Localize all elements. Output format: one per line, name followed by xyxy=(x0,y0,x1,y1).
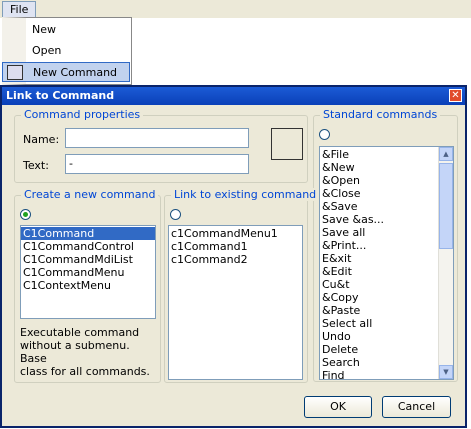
existing-command-item[interactable]: c1Command2 xyxy=(169,253,302,266)
standard-command-item[interactable]: Search xyxy=(320,356,453,369)
close-icon[interactable]: ✕ xyxy=(449,89,462,102)
new-command-type-item[interactable]: C1ContextMenu xyxy=(21,279,155,292)
standard-commands-group: Standard commands &File &New &Open &Close &S… xyxy=(313,108,458,382)
file-dropdown: New Open New Command xyxy=(2,17,132,85)
standard-command-item[interactable]: &Close xyxy=(320,187,453,200)
menu-bar: File xyxy=(0,0,471,19)
standard-commands-scrollbar[interactable]: ▲ ▼ xyxy=(438,147,453,379)
dialog-titlebar[interactable]: Link to Command ✕ xyxy=(2,87,465,105)
standard-command-item[interactable]: &Copy xyxy=(320,291,453,304)
existing-command-item[interactable]: c1Command1 xyxy=(169,240,302,253)
scroll-down-icon[interactable]: ▼ xyxy=(439,365,453,379)
command-properties-label: Command properties xyxy=(21,108,144,121)
standard-command-item[interactable]: &Paste xyxy=(320,304,453,317)
dialog-title: Link to Command xyxy=(6,89,115,102)
scroll-up-icon[interactable]: ▲ xyxy=(439,147,453,161)
create-new-command-label: Create a new command xyxy=(21,188,159,201)
text-field[interactable]: - xyxy=(65,154,249,174)
standard-commands-radio[interactable] xyxy=(319,129,330,140)
standard-command-item[interactable]: Find xyxy=(320,369,453,379)
text-label: Text: xyxy=(23,159,49,172)
standard-command-item[interactable]: &Edit xyxy=(320,265,453,278)
standard-command-item[interactable]: Save &as... xyxy=(320,213,453,226)
standard-command-item[interactable]: Select all xyxy=(320,317,453,330)
standard-command-item[interactable]: &Open xyxy=(320,174,453,187)
standard-command-item[interactable]: &Save xyxy=(320,200,453,213)
existing-command-item[interactable]: c1CommandMenu1 xyxy=(169,227,302,240)
menu-item-open[interactable]: Open xyxy=(26,41,130,61)
link-existing-command-radio[interactable] xyxy=(170,209,181,220)
standard-command-item[interactable]: &New xyxy=(320,161,453,174)
link-existing-command-label: Link to existing command xyxy=(171,188,320,201)
link-to-command-dialog: Link to Command ✕ Command properties Nam… xyxy=(0,85,467,428)
standard-command-item[interactable]: &Print... xyxy=(320,239,453,252)
command-icon xyxy=(7,65,23,80)
link-existing-command-group: Link to existing command c1CommandMenu1 c… xyxy=(164,188,320,383)
command-description: Executable command without a submenu. Ba… xyxy=(20,326,150,378)
standard-command-item[interactable]: Cu&t xyxy=(320,278,453,291)
standard-command-item[interactable]: Undo xyxy=(320,330,453,343)
new-command-type-item[interactable]: C1CommandMdiList xyxy=(21,253,155,266)
image-preview[interactable] xyxy=(271,128,303,160)
ok-button[interactable]: OK xyxy=(304,396,372,418)
command-properties-group: Command properties Name: Text: - xyxy=(14,108,308,183)
standard-command-item[interactable]: E&xit xyxy=(320,252,453,265)
standard-command-item[interactable]: Delete xyxy=(320,343,453,356)
new-command-type-list[interactable]: C1Command C1CommandControl C1CommandMdiLis… xyxy=(20,225,156,319)
new-command-type-item[interactable]: C1CommandControl xyxy=(21,240,155,253)
cancel-button[interactable]: Cancel xyxy=(382,396,451,418)
scroll-thumb[interactable] xyxy=(439,163,453,249)
name-field[interactable] xyxy=(65,128,249,148)
file-menu-label: File xyxy=(10,3,29,16)
menu-item-new-command[interactable]: New Command xyxy=(2,62,130,82)
new-command-type-item[interactable]: C1Command xyxy=(21,227,155,240)
standard-command-item[interactable]: Save all xyxy=(320,226,453,239)
name-label: Name: xyxy=(23,133,60,146)
menu-item-new[interactable]: New xyxy=(26,20,130,40)
create-new-command-group: Create a new command C1Command C1CommandC… xyxy=(14,188,161,383)
standard-commands-list[interactable]: &File &New &Open &Close &Save Save &as... Save… xyxy=(319,146,454,380)
create-new-command-radio[interactable] xyxy=(20,209,31,220)
new-command-type-item[interactable]: C1CommandMenu xyxy=(21,266,155,279)
standard-command-item[interactable]: &File xyxy=(320,148,453,161)
existing-command-list[interactable]: c1CommandMenu1 c1Command1 c1Command2 xyxy=(168,225,303,380)
standard-commands-label: Standard commands xyxy=(320,108,441,121)
